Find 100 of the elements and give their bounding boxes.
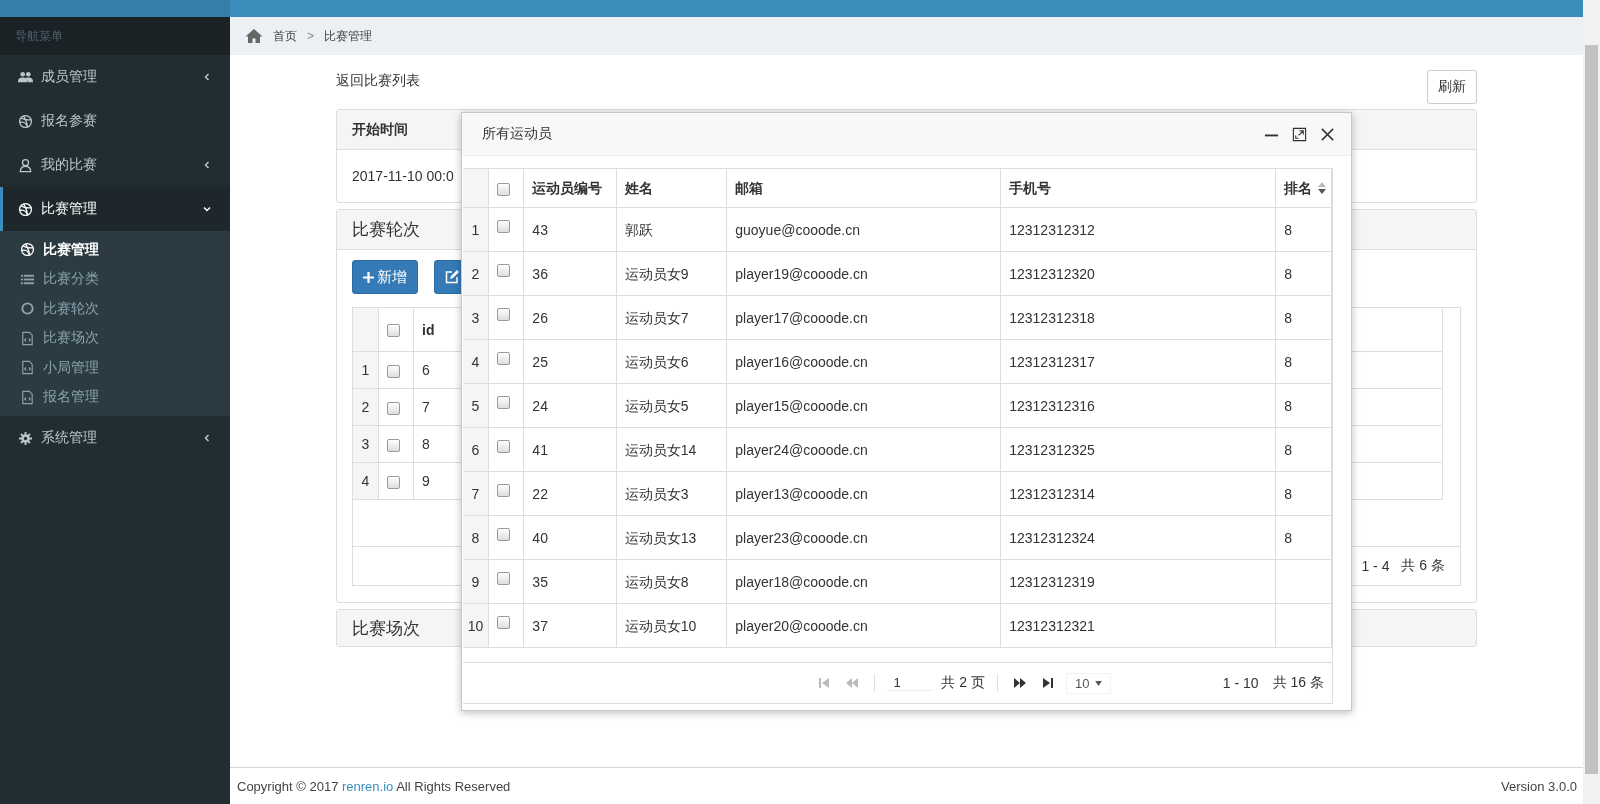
table-cell: 运动员女14 xyxy=(624,441,697,458)
submenu-label: 比赛轮次 xyxy=(43,299,99,318)
checkbox[interactable] xyxy=(387,364,400,378)
submenu-label: 报名管理 xyxy=(43,388,99,407)
column-header[interactable]: 邮箱 xyxy=(726,169,1001,208)
users-icon xyxy=(18,69,33,85)
checkbox[interactable] xyxy=(496,395,510,409)
sidebar-label: 系统管理 xyxy=(41,429,98,447)
checkbox[interactable] xyxy=(387,324,400,338)
scrollbar[interactable] xyxy=(1583,0,1600,804)
checkbox[interactable] xyxy=(496,182,510,196)
table-cell: 25 xyxy=(532,353,548,370)
table-cell: 运动员女13 xyxy=(624,529,697,546)
start-time: 2017-11-10 00:0 xyxy=(352,168,454,184)
submenu-label: 比赛管理 xyxy=(43,240,99,259)
row-number: 10 xyxy=(463,603,489,648)
submenu-item[interactable]: 比赛轮次 xyxy=(4,294,230,324)
table-cell: 运动员女3 xyxy=(624,485,689,502)
checkbox[interactable] xyxy=(496,527,510,541)
sidebar-item[interactable]: 报名参赛 xyxy=(0,99,230,143)
maximize-icon[interactable] xyxy=(1292,126,1307,142)
submenu-item[interactable]: 比赛场次 xyxy=(4,323,230,353)
checkbox[interactable] xyxy=(496,439,510,453)
breadcrumb-link[interactable]: 首页 xyxy=(273,27,297,45)
breadcrumb-link[interactable]: 比赛管理 xyxy=(324,27,372,45)
table-cell: 40 xyxy=(532,529,548,546)
table-cell: player13@cooode.cn xyxy=(735,485,868,502)
checkbox[interactable] xyxy=(496,571,510,585)
checkbox[interactable] xyxy=(496,351,510,365)
version-text: Version 3.0.0 xyxy=(1501,778,1577,794)
file-icon xyxy=(20,360,35,376)
submenu-label: 比赛场次 xyxy=(43,329,99,348)
table-cell: 22 xyxy=(532,485,548,502)
table-cell: 运动员女7 xyxy=(624,309,689,326)
row-number: 4 xyxy=(353,462,379,500)
submenu-item[interactable]: 比赛分类 xyxy=(4,264,230,294)
checkbox[interactable] xyxy=(496,615,510,629)
submenu-item[interactable]: 小局管理 xyxy=(4,353,230,383)
next-page-icon[interactable] xyxy=(1012,677,1027,689)
ball-icon xyxy=(20,242,35,258)
table-cell: player15@cooode.cn xyxy=(735,397,868,414)
checkbox[interactable] xyxy=(496,483,510,497)
table-cell: 43 xyxy=(532,221,548,238)
row-number: 3 xyxy=(463,295,489,340)
sidebar-item[interactable]: 系统管理 xyxy=(0,416,230,460)
modal-title: 所有运动员 xyxy=(482,125,553,143)
checkbox[interactable] xyxy=(387,438,400,452)
checkbox[interactable] xyxy=(496,307,510,321)
refresh-button[interactable]: 刷新 xyxy=(1427,70,1477,104)
table-cell: 8 xyxy=(1284,353,1292,370)
table-cell: 12312312321 xyxy=(1009,617,1095,634)
sidebar-label: 报名参赛 xyxy=(41,112,98,130)
page-range: 1 - 4 xyxy=(1361,558,1390,574)
sort-icon[interactable] xyxy=(1317,182,1328,194)
table-cell: player23@cooode.cn xyxy=(735,529,868,546)
page-input[interactable]: 1 xyxy=(887,675,934,691)
table-cell: 12312312319 xyxy=(1009,573,1095,590)
total-count: 共 16 条 xyxy=(1272,674,1324,692)
column-header[interactable]: 运动员编号 xyxy=(523,169,617,208)
total-count: 共 6 条 xyxy=(1401,557,1445,575)
copyright-text: Copyright © 2017 renren.io All Rights Reserved xyxy=(237,778,511,794)
sidebar-item[interactable]: 我的比赛 xyxy=(0,143,230,187)
page-size-select[interactable]: 10 xyxy=(1065,672,1112,694)
table-cell: 运动员女6 xyxy=(624,353,689,370)
submenu-item[interactable]: 报名管理 xyxy=(4,382,230,412)
table-cell: 12312312318 xyxy=(1009,309,1095,326)
table-cell: 运动员女10 xyxy=(624,617,697,634)
checkbox[interactable] xyxy=(496,219,510,233)
breadcrumb-separator: > xyxy=(307,29,314,43)
table-cell: 12312312320 xyxy=(1009,265,1095,282)
close-icon[interactable] xyxy=(1320,126,1335,142)
table-cell: 郭跃 xyxy=(624,221,653,238)
row-number: 1 xyxy=(463,207,489,252)
sidebar-item[interactable]: 比赛管理 xyxy=(0,187,230,231)
plus-icon xyxy=(363,271,374,283)
submenu-item[interactable]: 比赛管理 xyxy=(4,235,230,265)
row-number: 1 xyxy=(353,351,379,389)
column-header[interactable]: 姓名 xyxy=(616,169,727,208)
sidebar-item[interactable]: 成员管理 xyxy=(0,55,230,99)
table-cell: player17@cooode.cn xyxy=(735,309,868,326)
last-page-icon[interactable] xyxy=(1040,677,1055,689)
back-link[interactable]: 返回比赛列表 xyxy=(336,72,420,90)
column-header[interactable]: 手机号 xyxy=(1000,169,1276,208)
checkbox[interactable] xyxy=(387,475,400,489)
footer-link[interactable]: renren.io xyxy=(342,778,394,794)
gear-icon xyxy=(18,430,33,446)
row-number: 7 xyxy=(463,471,489,516)
table-cell: 8 xyxy=(1284,485,1292,502)
scrollbar-thumb[interactable] xyxy=(1585,45,1598,774)
sidebar-label: 比赛管理 xyxy=(41,200,98,218)
table-cell: player19@cooode.cn xyxy=(735,265,868,282)
row-number: 4 xyxy=(463,339,489,384)
ball-icon xyxy=(18,201,33,217)
column-header[interactable]: 排名 xyxy=(1275,169,1332,208)
checkbox[interactable] xyxy=(387,401,400,415)
checkbox[interactable] xyxy=(496,263,510,277)
table-cell: 37 xyxy=(532,617,548,634)
table-cell: 8 xyxy=(1284,309,1292,326)
add-button[interactable]: 新增 xyxy=(352,260,418,294)
table-cell: player18@cooode.cn xyxy=(735,573,868,590)
